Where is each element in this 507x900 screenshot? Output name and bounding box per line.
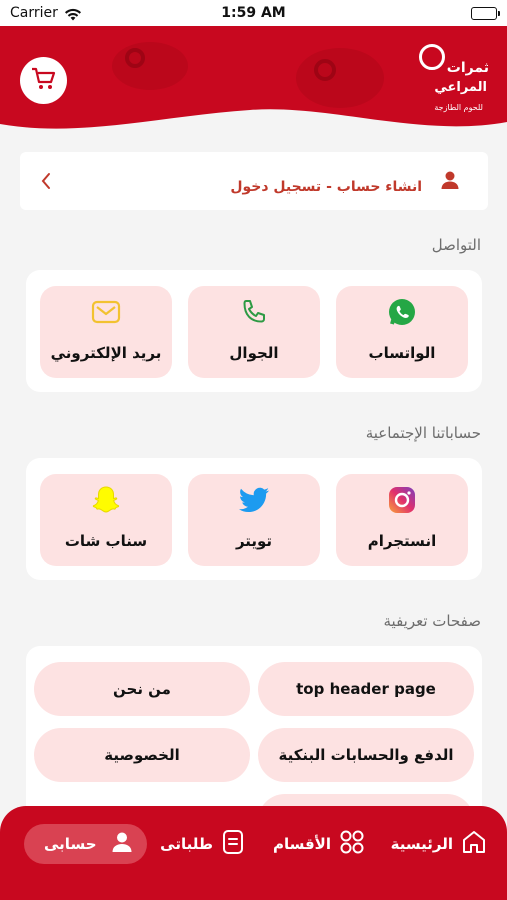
snapchat-button[interactable]: سناب شات [40,474,172,566]
contact-section-title: التواصل [431,236,481,254]
app-header: ثمرات المراعي للحوم الطازجة [0,26,507,136]
twitter-icon [188,484,320,516]
phone-button[interactable]: الجوال [188,286,320,378]
twitter-button[interactable]: تويتر [188,474,320,566]
email-button[interactable]: بريد الإلكتروني [40,286,172,378]
snapchat-icon [40,484,172,516]
page-link-payment[interactable]: الدفع والحسابات البنكية [258,728,474,782]
email-label: بريد الإلكتروني [50,344,162,362]
social-section-title: حساباتنا الإجتماعية [365,424,481,442]
orders-icon [221,829,245,859]
social-panel: انستجرام تويتر سناب شات [26,458,482,580]
instagram-button[interactable]: انستجرام [336,474,468,566]
whatsapp-button[interactable]: الواتساب [336,286,468,378]
pages-panel: top header page من نحن الدفع والحسابات ا… [26,646,482,848]
mail-icon [40,296,172,328]
home-icon [461,829,487,859]
cart-icon [31,67,57,95]
pages-section-title: صفحات تعريفية [383,612,482,630]
grid-icon [339,829,365,859]
page-link-about-us[interactable]: من نحن [34,662,250,716]
login-register-label: انشاء حساب - تسجيل دخول [230,179,422,195]
bottom-navigation: الرئيسية الأقسام طلباتى حسابى [0,806,507,900]
twitter-label: تويتر [235,532,273,550]
instagram-icon [336,484,468,516]
logo-line2: المراعي [434,80,487,95]
logo-line3: للحوم الطازجة [434,103,483,112]
snapchat-label: سناب شات [64,532,148,550]
login-register-row[interactable]: انشاء حساب - تسجيل دخول [20,152,488,210]
brand-logo: ثمرات المراعي للحوم الطازجة [409,42,489,120]
battery-icon [471,7,500,20]
page-link-top-header[interactable]: top header page [258,662,474,716]
logo-mark [419,44,445,70]
nav-orders-label: طلباتى [160,835,213,853]
contact-panel: الواتساب الجوال بريد الإلكتروني [26,270,482,392]
instagram-label: انستجرام [367,532,437,550]
whatsapp-icon [336,296,468,328]
page-link-privacy[interactable]: الخصوصية [34,728,250,782]
nav-account[interactable]: حسابى [24,824,147,864]
nav-orders[interactable]: طلباتى [154,824,245,864]
status-bar: Carrier 1:59 AM [0,0,507,26]
nav-categories[interactable]: الأقسام [267,824,365,864]
nav-account-label: حسابى [44,835,97,853]
logo-line1: ثمرات [446,60,489,76]
user-icon [440,170,460,194]
nav-home[interactable]: الرئيسية [385,824,487,864]
phone-icon [188,296,320,328]
chevron-left-icon [40,172,52,194]
cart-button[interactable] [20,57,67,104]
clock: 1:59 AM [221,5,286,21]
whatsapp-label: الواتساب [368,344,436,362]
phone-label: الجوال [229,344,279,362]
nav-home-label: الرئيسية [390,835,453,853]
user-icon [111,831,133,857]
nav-categories-label: الأقسام [272,835,331,853]
